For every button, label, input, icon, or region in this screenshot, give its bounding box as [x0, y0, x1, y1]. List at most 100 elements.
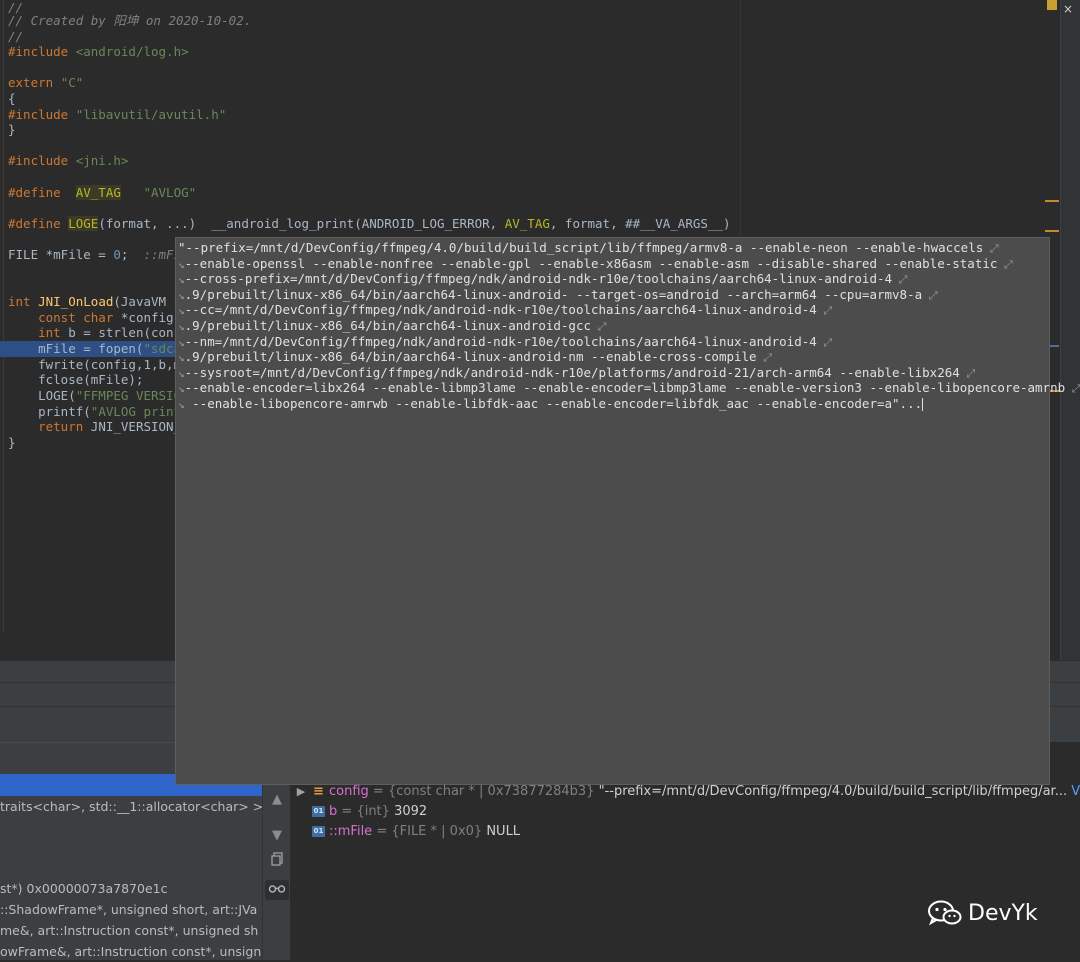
code-token: AV_TAG [504, 216, 550, 231]
variable-value: 3092 [394, 804, 428, 819]
stack-frame[interactable]: owFrame&, art::Instruction const*, unsig… [0, 942, 262, 962]
tooltip-line: ↘.9/prebuilt/linux-x86_64/bin/aarch64-li… [178, 287, 938, 302]
variable-row[interactable]: ▶ ≡ config = {const char * | 0x73877284b3}… [290, 782, 1080, 802]
text-caret [922, 398, 924, 411]
gutter-divider [3, 0, 4, 632]
soft-wrap-icon: ⤢ [922, 288, 938, 302]
stack-frame[interactable]: ::ShadowFrame*, unsigned short, art::JVa [0, 900, 262, 920]
tooltip-line-text: --sysroot=/mnt/d/DevConfig/ffmpeg/ndk/an… [184, 364, 960, 380]
code-token: JNI_VERSION_ [90, 419, 182, 434]
variable-row[interactable]: 01::mFile = {FILE * | 0x0} NULL [290, 822, 1080, 842]
soft-wrap-continue-icon: ↘ [178, 273, 185, 287]
code-token: <android/log.h> [75, 44, 189, 59]
code-line: int JNI_OnLoad(JavaVM * [8, 294, 181, 310]
tooltip-line-text: .9/prebuilt/linux-x86_64/bin/aarch64-lin… [184, 318, 592, 333]
stack-frame[interactable] [0, 839, 262, 859]
tooltip-line-text: --nm=/mnt/d/DevConfig/ffmpeg/ndk/android… [184, 333, 817, 349]
tooltip-line: ↘--cc=/mnt/d/DevConfig/ffmpeg/ndk/androi… [178, 302, 832, 317]
code-line: } [8, 435, 16, 451]
tooltip-line-text: .9/prebuilt/linux-x86_64/bin/aarch64-lin… [184, 349, 757, 365]
triangle-right-icon[interactable]: ▶ [290, 782, 312, 802]
code-token: (format, ...) __android_log_print(ANDROI… [98, 216, 505, 231]
soft-wrap-icon: ⤢ [1065, 382, 1080, 396]
code-line: extern "C" [8, 75, 83, 91]
code-token: return [8, 419, 91, 434]
soft-wrap-continue-icon: ↘ [178, 257, 185, 271]
view-link[interactable]: View [1071, 784, 1080, 799]
stack-frame[interactable]: st*) 0x00000073a7870e1c [0, 879, 262, 899]
code-token: // [8, 29, 24, 44]
stack-frame[interactable]: traits<char>, std::__1::allocator<char> … [0, 797, 262, 817]
stack-frame[interactable]: me&, art::Instruction const*, unsigned s… [0, 921, 262, 941]
tooltip-line: ↘--enable-openssl --enable-nonfree --ena… [178, 256, 1013, 271]
soft-wrap-icon: ⤢ [997, 257, 1013, 271]
code-line: #include <jni.h> [8, 153, 128, 169]
code-line: mFile = fopen("sdca [8, 341, 181, 357]
variable-type: {int} [356, 804, 390, 819]
variable-type: {const char * | 0x73877284b3} [387, 784, 595, 799]
tooltip-line: ↘ --enable-libopencore-amrwb --enable-li… [178, 396, 924, 411]
stack-frame[interactable] [0, 818, 262, 838]
close-icon[interactable]: × [1063, 2, 1073, 16]
tooltip-line-text: --enable-encoder=libx264 --enable-libmp3… [184, 380, 1066, 396]
code-line: // Created by 阳坤 on 2020-10-02. [8, 13, 251, 29]
soft-wrap-icon: ⤢ [816, 335, 833, 349]
watermark: DevYk [928, 898, 1038, 928]
editor-scrollbar[interactable] [1045, 0, 1080, 660]
variable-name: config [329, 784, 369, 799]
tooltip-line-text: --enable-openssl --enable-nonfree --enab… [184, 255, 998, 271]
code-line: return JNI_VERSION_ [8, 419, 181, 435]
code-token: int [8, 294, 39, 309]
tooltip-line: ↘--sysroot=/mnt/d/DevConfig/ffmpeg/ndk/a… [178, 365, 975, 380]
code-token: // Created by 阳坤 on 2020-10-02. [8, 13, 252, 28]
soft-wrap-icon: ⤢ [892, 273, 908, 287]
code-token: "C" [60, 75, 84, 90]
tooltip-line-text: --enable-libopencore-amrwb --enable-libf… [184, 396, 923, 411]
value-tooltip[interactable]: "--prefix=/mnt/d/DevConfig/ffmpeg/4.0/bu… [175, 237, 1080, 785]
code-line: #include "libavutil/avutil.h" [8, 107, 226, 123]
code-line: } [8, 122, 16, 138]
soft-wrap-icon: ⤢ [756, 351, 773, 365]
code-token: #define [8, 185, 76, 200]
code-line: int b = strlen(conf [8, 325, 181, 341]
glasses-icon[interactable] [265, 880, 289, 900]
variable-value: "--prefix=/mnt/d/DevConfig/ffmpeg/4.0/bu… [598, 784, 1068, 799]
code-token: printf( [8, 404, 91, 419]
copy-icon[interactable] [267, 852, 287, 872]
code-token: LOGE( [8, 388, 76, 403]
code-token: int [8, 325, 69, 340]
code-line: printf("AVLOG print [8, 404, 181, 420]
variable-row[interactable]: 01 b = {int} 3092 [290, 802, 1080, 822]
code-token: AV_TAG [75, 185, 121, 200]
arrow-up-icon[interactable]: ▲ [267, 790, 287, 810]
code-line: #define AV_TAG "AVLOG" [8, 185, 196, 201]
soft-wrap-continue-icon: ↘ [178, 320, 185, 333]
code-token: <jni.h> [75, 153, 129, 168]
field-list-icon: ≡ [313, 784, 324, 799]
warning-marker[interactable] [1045, 200, 1059, 202]
code-line: FILE *mFile = 0; ::mFile [8, 247, 196, 263]
code-token: FILE *mFile = [8, 247, 114, 262]
soft-wrap-icon: ⤢ [959, 366, 976, 380]
soft-wrap-continue-icon: ↘ [178, 288, 185, 302]
code-token: (JavaVM * [113, 294, 182, 309]
code-token: , format, ##__VA_ARGS__) [549, 216, 731, 231]
warning-indicator-icon[interactable] [1047, 0, 1057, 10]
code-line: fclose(mFile); [8, 372, 143, 388]
soft-wrap-continue-icon: ↘ [178, 304, 185, 318]
arrow-down-icon[interactable]: ▼ [267, 826, 287, 846]
code-token: JNI_OnLoad [38, 294, 114, 309]
soft-wrap-continue-icon: ↘ [178, 382, 185, 396]
tooltip-line-text: --cc=/mnt/d/DevConfig/ffmpeg/ndk/android… [184, 302, 817, 318]
variable-value: NULL [486, 824, 521, 839]
warning-marker[interactable] [1045, 230, 1059, 232]
primitive-value-icon: 01 [312, 806, 325, 817]
code-token: { [8, 91, 16, 106]
code-line: const char *config [8, 310, 173, 326]
code-token: extern [8, 75, 61, 90]
code-line: #define LOGE(format, ...) __android_log_… [8, 216, 731, 232]
code-line: { [8, 91, 16, 107]
code-token: ; [120, 247, 144, 262]
code-token: "FFMPEG VERSIO [75, 388, 182, 403]
